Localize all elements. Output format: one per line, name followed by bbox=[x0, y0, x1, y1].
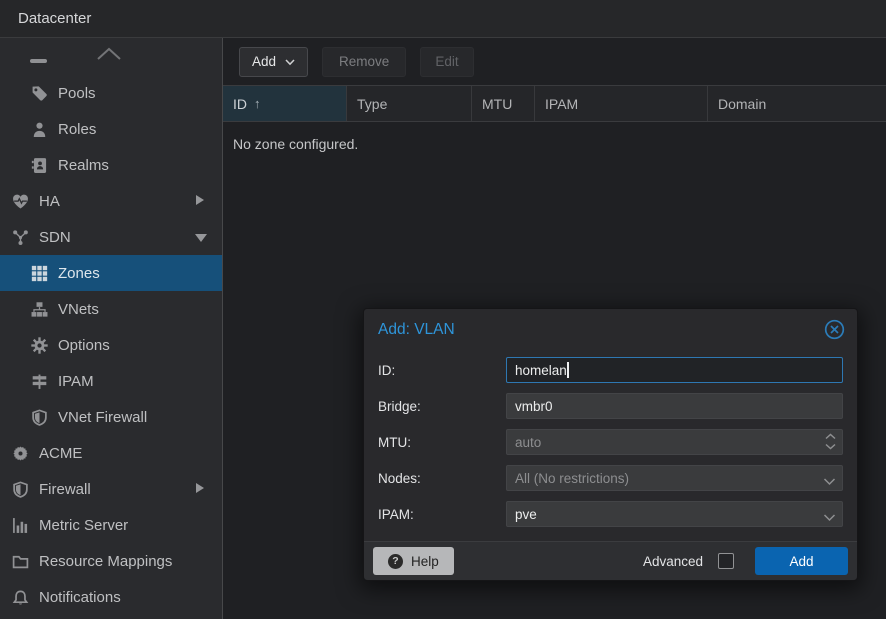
help-button[interactable]: ? Help bbox=[373, 547, 454, 575]
bell-icon bbox=[12, 589, 29, 606]
help-button-label: Help bbox=[411, 554, 439, 569]
spinner-arrows[interactable] bbox=[825, 433, 836, 450]
sidebar-item-resource-mappings[interactable]: Resource Mappings bbox=[0, 543, 222, 579]
sidebar-item-notifications[interactable]: Notifications bbox=[0, 579, 222, 615]
text-cursor bbox=[567, 362, 569, 378]
sidebar-item-label: Roles bbox=[58, 121, 96, 138]
sidebar-item-label: Pools bbox=[58, 85, 96, 102]
datacenter-nav-sidebar: Pools Roles Realms HA SDN Zones VNets bbox=[0, 38, 223, 619]
column-header-mtu[interactable]: MTU bbox=[472, 86, 535, 121]
add-vlan-dialog: Add: VLAN ID: Bridge: MTU: bbox=[363, 308, 858, 581]
sidebar-item-options[interactable]: Options bbox=[0, 327, 222, 363]
tag-icon bbox=[31, 85, 48, 102]
address-book-icon bbox=[31, 157, 48, 174]
bridge-field-label: Bridge: bbox=[378, 399, 506, 414]
chevron-up-icon bbox=[96, 47, 122, 66]
column-header-type[interactable]: Type bbox=[347, 86, 472, 121]
sidebar-item-label: VNets bbox=[58, 301, 99, 318]
spinner-up-icon bbox=[825, 433, 836, 440]
sidebar-clipped-row[interactable] bbox=[0, 38, 222, 75]
add-button-label: Add bbox=[252, 54, 276, 69]
shield-icon bbox=[31, 409, 48, 426]
edit-button[interactable]: Edit bbox=[420, 47, 473, 77]
zones-table-header: ID ↑ Type MTU IPAM Domain bbox=[223, 85, 886, 122]
column-header-domain[interactable]: Domain bbox=[708, 86, 886, 121]
user-icon bbox=[31, 121, 48, 138]
id-field-label: ID: bbox=[378, 363, 506, 378]
sidebar-item-label: Resource Mappings bbox=[39, 553, 172, 570]
sidebar-item-label: SDN bbox=[39, 229, 71, 246]
mtu-field-label: MTU: bbox=[378, 435, 506, 450]
close-icon[interactable] bbox=[824, 319, 845, 340]
sidebar-item-firewall[interactable]: Firewall bbox=[0, 471, 222, 507]
signpost-icon bbox=[31, 373, 48, 390]
dialog-body: ID: Bridge: MTU: Nodes: bbox=[364, 348, 857, 541]
question-mark-icon: ? bbox=[388, 554, 403, 569]
sidebar-item-label: Notifications bbox=[39, 589, 121, 606]
sidebar-item-label: Realms bbox=[58, 157, 109, 174]
certificate-icon bbox=[12, 445, 29, 462]
sidebar-item-roles[interactable]: Roles bbox=[0, 111, 222, 147]
sidebar-item-sdn[interactable]: SDN bbox=[0, 219, 222, 255]
sidebar-item-label: HA bbox=[39, 193, 60, 210]
expand-caret-icon[interactable] bbox=[196, 195, 204, 205]
nodes-dropdown[interactable] bbox=[506, 465, 843, 491]
spinner-down-icon bbox=[825, 443, 836, 450]
sidebar-item-zones[interactable]: Zones bbox=[0, 255, 222, 291]
ipam-dropdown[interactable] bbox=[506, 501, 843, 527]
sidebar-item-metric-server[interactable]: Metric Server bbox=[0, 507, 222, 543]
sitemap-icon bbox=[31, 301, 48, 318]
gear-icon bbox=[31, 337, 48, 354]
sidebar-item-ipam[interactable]: IPAM bbox=[0, 363, 222, 399]
sdn-nodes-icon bbox=[12, 229, 29, 246]
bar-chart-icon bbox=[12, 517, 29, 534]
column-header-id[interactable]: ID ↑ bbox=[223, 86, 347, 121]
sort-ascending-icon: ↑ bbox=[254, 96, 261, 111]
bridge-input[interactable] bbox=[506, 393, 843, 419]
mtu-spinner-input[interactable] bbox=[506, 429, 843, 455]
grid-icon bbox=[31, 265, 48, 282]
sidebar-item-label: IPAM bbox=[58, 373, 94, 390]
column-header-ipam[interactable]: IPAM bbox=[535, 86, 708, 121]
submit-add-button[interactable]: Add bbox=[755, 547, 848, 575]
top-header-bar: Datacenter bbox=[0, 0, 886, 38]
heartbeat-icon bbox=[12, 193, 29, 210]
sidebar-item-vnet-firewall[interactable]: VNet Firewall bbox=[0, 399, 222, 435]
page-title: Datacenter bbox=[18, 10, 91, 27]
sidebar-item-acme[interactable]: ACME bbox=[0, 435, 222, 471]
dialog-titlebar[interactable]: Add: VLAN bbox=[364, 309, 857, 348]
expand-caret-icon[interactable] bbox=[196, 483, 204, 493]
sidebar-item-label: Options bbox=[58, 337, 110, 354]
nodes-field-label: Nodes: bbox=[378, 471, 506, 486]
ipam-field-label: IPAM: bbox=[378, 507, 506, 522]
advanced-label: Advanced bbox=[643, 554, 703, 569]
sidebar-item-ha[interactable]: HA bbox=[0, 183, 222, 219]
folder-icon bbox=[12, 553, 29, 570]
sidebar-item-pools[interactable]: Pools bbox=[0, 75, 222, 111]
sidebar-item-label: Metric Server bbox=[39, 517, 128, 534]
dialog-footer: ? Help Advanced Add bbox=[364, 541, 857, 580]
sidebar-item-label: ACME bbox=[39, 445, 82, 462]
column-label: ID bbox=[233, 96, 247, 112]
id-input[interactable] bbox=[506, 357, 843, 383]
empty-table-message: No zone configured. bbox=[223, 122, 886, 152]
clipped-item-icon bbox=[30, 59, 47, 63]
shield-icon bbox=[12, 481, 29, 498]
sidebar-item-label: Zones bbox=[58, 265, 100, 282]
dialog-title: Add: VLAN bbox=[378, 321, 455, 339]
sidebar-item-vnets[interactable]: VNets bbox=[0, 291, 222, 327]
sidebar-item-label: Firewall bbox=[39, 481, 91, 498]
zones-toolbar: Add Remove Edit bbox=[223, 38, 886, 85]
sidebar-item-realms[interactable]: Realms bbox=[0, 147, 222, 183]
sidebar-item-label: VNet Firewall bbox=[58, 409, 147, 426]
advanced-checkbox[interactable] bbox=[718, 553, 734, 569]
chevron-down-icon bbox=[285, 54, 295, 69]
add-button[interactable]: Add bbox=[239, 47, 308, 77]
collapse-caret-icon[interactable] bbox=[195, 234, 207, 242]
remove-button[interactable]: Remove bbox=[322, 47, 406, 77]
